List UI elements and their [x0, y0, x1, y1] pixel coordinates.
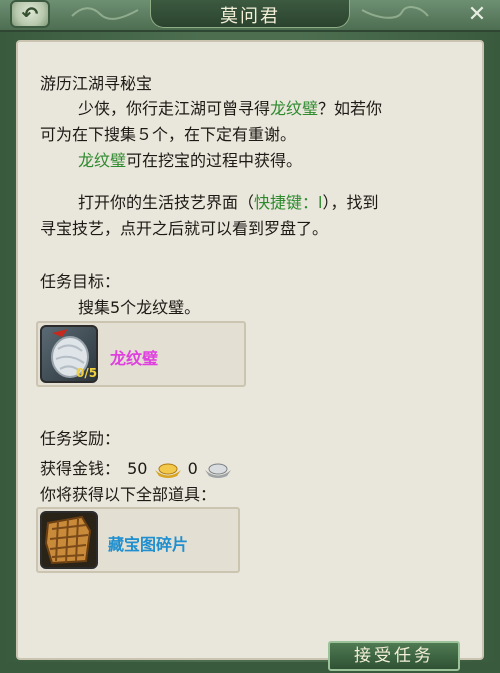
objective-item-name: 龙纹璧 — [110, 349, 159, 368]
hotkey-text: 快捷键：l — [254, 193, 323, 212]
desc-text: 可在挖宝的过程中获得。 — [126, 151, 303, 170]
close-button[interactable]: ✕ — [458, 0, 496, 28]
quest-title: 游历江湖寻秘宝 — [40, 74, 153, 93]
quest-desc-line4: 打开你的生活技艺界面（快捷键：l），找到 — [78, 189, 378, 213]
gold-amount: 50 — [127, 459, 148, 478]
reward-heading: 任务奖励： — [40, 429, 121, 448]
quest-desc-line2: 可为在下搜集５个，在下定有重谢。 — [40, 125, 297, 144]
desc-text: 打开你的生活技艺界面（ — [78, 193, 255, 212]
item-link[interactable]: 龙纹璧 — [78, 151, 126, 170]
desc-text: ？如若你 — [318, 99, 383, 118]
money-row: 获得金钱： 50 0 — [40, 455, 233, 479]
title-bar: 莫问君 ↶ ✕ — [0, 0, 500, 32]
silver-ingot-icon — [204, 463, 231, 478]
reward-item-name: 藏宝图碎片 — [108, 535, 189, 554]
objective-heading: 任务目标： — [40, 272, 121, 291]
items-label: 你将获得以下全部道具： — [40, 485, 217, 504]
silver-amount: 0 — [187, 459, 198, 478]
objective-text: 搜集5个龙纹璧。 — [78, 298, 201, 317]
window-title: 莫问君 — [220, 6, 280, 27]
quest-desc-line3: 龙纹璧可在挖宝的过程中获得。 — [78, 147, 302, 171]
ornament-icon — [71, 7, 139, 20]
back-button[interactable]: ↶ — [10, 0, 50, 28]
quest-desc-line1: 少侠，你行走江湖可曾寻得龙纹璧？如若你 — [78, 95, 382, 119]
progress-count: 0/5 — [76, 366, 98, 380]
close-icon: ✕ — [467, 1, 487, 27]
gold-ingot-icon — [154, 463, 181, 478]
accept-quest-button[interactable]: 接受任务 — [328, 641, 460, 671]
treasure-map-graphic — [44, 515, 92, 565]
back-arrow-icon: ↶ — [21, 2, 39, 26]
desc-text: 少侠，你行走江湖可曾寻得 — [78, 99, 271, 118]
treasure-map-icon[interactable] — [40, 511, 98, 569]
item-link[interactable]: 龙纹璧 — [270, 99, 318, 118]
quest-desc-line5: 寻宝技艺，点开之后就可以看到罗盘了。 — [40, 219, 329, 238]
ornament-icon — [361, 6, 429, 19]
desc-text: ），找到 — [322, 193, 379, 212]
money-label: 获得金钱： — [40, 459, 121, 478]
